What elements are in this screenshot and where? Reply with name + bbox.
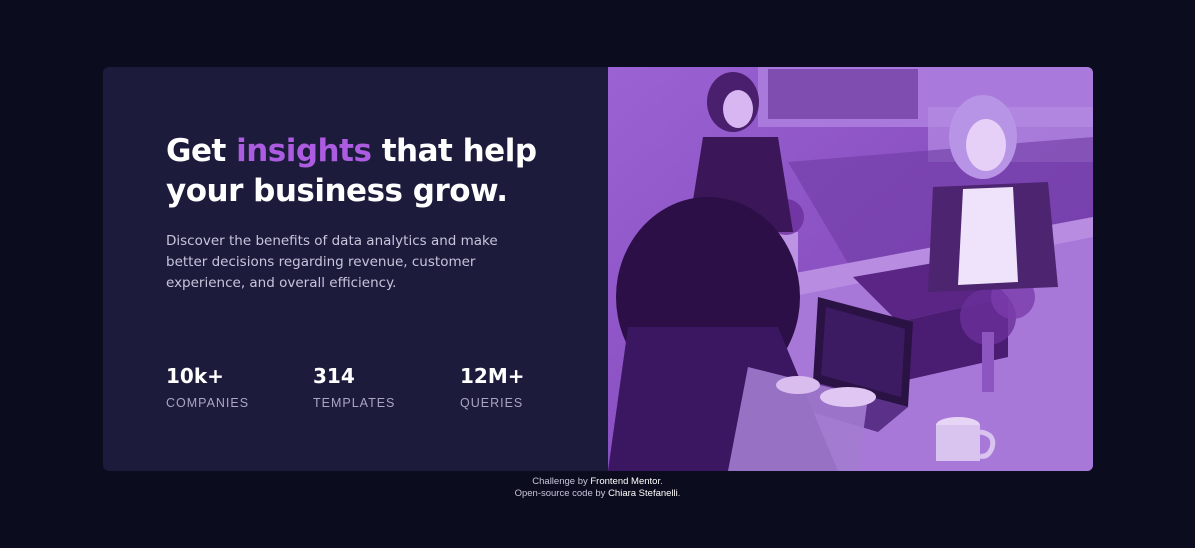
description: Discover the benefits of data analytics … <box>166 233 498 291</box>
author-link[interactable]: Chiara Stefanelli <box>608 488 678 499</box>
attribution-text: Challenge by <box>532 476 591 487</box>
card-content: Get insights that help your business gro… <box>103 67 608 471</box>
attribution-line-code: Open-source code by Chiara Stefanelli. <box>0 488 1195 500</box>
stat-companies: 10k+ COMPANIES <box>166 364 313 411</box>
attribution-text: . <box>677 488 681 499</box>
attribution-footer: Challenge by Frontend Mentor. Open-sourc… <box>0 476 1195 500</box>
stat-templates: 314 TEMPLATES <box>313 364 460 411</box>
stat-label: COMPANIES <box>166 396 250 410</box>
stat-value: 12M+ <box>460 364 525 388</box>
headline-prefix: Get <box>166 133 237 169</box>
stats-preview-card: Get insights that help your business gro… <box>103 67 1093 471</box>
attribution-text: Open-source code by <box>514 488 609 499</box>
stat-label: TEMPLATES <box>313 396 396 410</box>
office-photo-illustration <box>608 67 1093 471</box>
stats-row: 10k+ COMPANIES 314 TEMPLATES 12M+ QUERIE… <box>166 364 607 411</box>
headline-accent: insights <box>236 133 372 169</box>
frontend-mentor-link[interactable]: Frontend Mentor <box>590 476 660 487</box>
stat-value: 10k+ <box>166 364 224 388</box>
attribution-line-challenge: Challenge by Frontend Mentor. <box>0 476 1195 488</box>
header-image <box>608 67 1093 471</box>
stat-value: 314 <box>313 364 355 388</box>
stat-label: QUERIES <box>460 396 524 410</box>
stat-queries: 12M+ QUERIES <box>460 364 607 411</box>
attribution-text: . <box>660 476 663 487</box>
headline: Get insights that help your business gro… <box>166 131 546 211</box>
